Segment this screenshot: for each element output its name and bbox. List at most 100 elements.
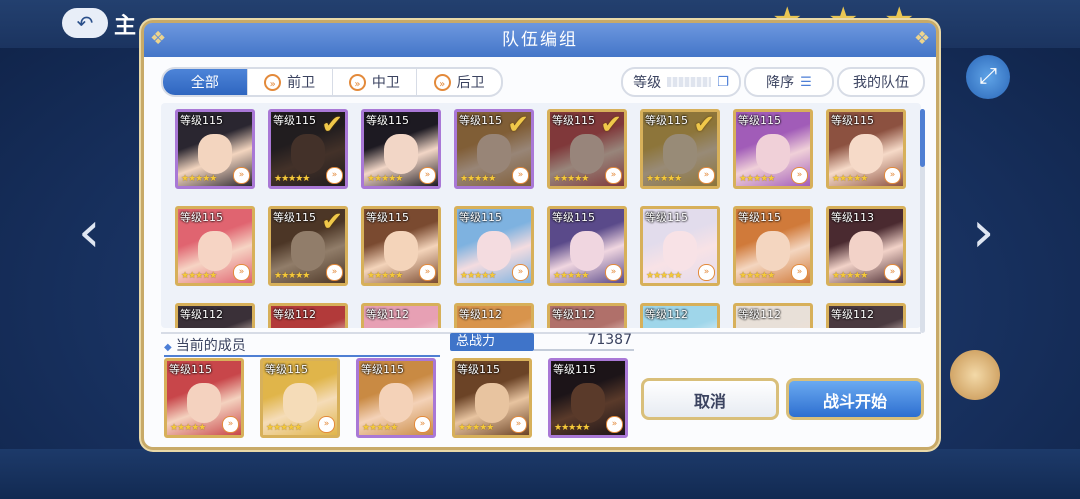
tab-rearguard[interactable]: » 后卫 [416,69,501,95]
character-level: 等级115 [645,211,688,224]
my-team-button[interactable]: 我的队伍 [837,67,925,97]
role-icon: » [419,167,436,184]
character-card[interactable]: 等级115 ★★★★★ » [361,109,441,189]
character-level: 等级112 [552,308,595,321]
character-card[interactable]: 等级115 ★★★★★ » [260,358,340,438]
character-level: 等级112 [459,308,502,321]
mascot-icon[interactable] [950,350,1000,400]
character-level: 等级113 [831,211,874,224]
tab-all[interactable]: 全部 [163,69,247,95]
character-roster-grid[interactable]: 等级115 ★★★★★ » ✔ 等级115 ★★★★★ » 等级115 ★★★★★ » ✔ 等级115… [161,103,921,328]
sort-by-level-label: 等级 [633,75,662,91]
position-filter-tabs: 全部 » 前卫 » 中卫 » 后卫 [161,67,503,97]
character-card[interactable]: 等级112 [640,303,720,328]
character-card[interactable]: 等级115 ★★★★★ » [548,358,628,438]
character-level: 等级115 [366,211,409,224]
star-rating: ★★★★★ [832,271,868,281]
star-rating: ★★★★★ [554,423,590,433]
star-rating: ★★★★★ [646,174,682,184]
cancel-button[interactable]: 取消 [641,378,779,420]
character-level: 等级115 [169,363,212,376]
character-card[interactable]: 等级112 [826,303,906,328]
check-icon: ✔ [600,110,622,140]
role-icon: » [318,416,335,433]
previous-arrow-icon[interactable]: ‹ [78,205,100,261]
roster-scroll-thumb[interactable] [920,109,925,167]
role-icon: » [605,264,622,281]
character-card[interactable]: ✔ 等级115 ★★★★★ » [640,109,720,189]
character-card[interactable]: 等级115 ★★★★★ » [454,206,534,286]
level-bar [667,77,712,87]
character-level: 等级115 [831,114,874,127]
character-card[interactable]: ✔ 等级115 ★★★★★ » [268,206,348,286]
character-face [477,231,511,271]
roster-scrollbar[interactable] [920,109,925,333]
character-card[interactable]: 等级115 ★★★★★ » [175,109,255,189]
expand-icon[interactable]: ⤢ [966,55,1010,99]
character-face [198,134,232,174]
character-card[interactable]: 等级113 ★★★★★ » [826,206,906,286]
character-card[interactable]: 等级112 [547,303,627,328]
character-card[interactable]: 等级115 ★★★★★ » [733,206,813,286]
character-level: 等级115 [552,114,595,127]
role-icon: » [884,264,901,281]
character-card[interactable]: 等级112 [361,303,441,328]
star-rating: ★★★★★ [553,174,589,184]
back-icon[interactable]: ↶ [62,8,108,38]
character-card[interactable]: 等级115 ★★★★★ » [733,109,813,189]
character-card[interactable]: 等级115 ★★★★★ » [164,358,244,438]
character-level: 等级115 [459,211,502,224]
my-team-label: 我的队伍 [853,75,909,91]
character-card[interactable]: 等级112 [175,303,255,328]
star-rating: ★★★★★ [832,174,868,184]
check-icon: ✔ [321,207,343,237]
tab-midguard[interactable]: » 中卫 [331,69,417,95]
member-dot-icon: ◆ [164,342,172,353]
character-face [571,383,605,423]
character-card[interactable]: 等级115 ★★★★★ » [547,206,627,286]
start-battle-button[interactable]: 战斗开始 [786,378,924,420]
character-card[interactable]: ✔ 等级115 ★★★★★ » [454,109,534,189]
role-icon: » [791,167,808,184]
next-arrow-icon[interactable]: › [972,205,994,261]
sort-by-level-button[interactable]: 等级 ❐ [621,67,741,97]
character-card[interactable]: 等级115 ★★★★★ » [356,358,436,438]
tab-label: 中卫 [371,75,400,91]
character-card[interactable]: 等级115 ★★★★★ » [452,358,532,438]
character-card[interactable]: 等级112 [268,303,348,328]
role-icon: » [433,73,451,91]
character-card[interactable]: 等级112 [454,303,534,328]
star-rating: ★★★★★ [460,174,496,184]
character-card[interactable]: 等级112 [733,303,813,328]
character-face [379,383,413,423]
tab-vanguard[interactable]: » 前卫 [246,69,332,95]
section-divider [161,332,921,334]
character-face [849,134,883,174]
character-card[interactable]: 等级115 ★★★★★ » [361,206,441,286]
character-level: 等级112 [180,308,223,321]
star-rating: ★★★★★ [367,271,403,281]
sort-lines-icon: ☰ [800,74,812,90]
character-level: 等级112 [366,308,409,321]
character-card[interactable]: ✔ 等级115 ★★★★★ » [268,109,348,189]
star-rating: ★★★★★ [646,271,682,281]
character-level: 等级115 [738,211,781,224]
dialog-title: 队伍编组 [502,30,578,50]
background-screen-title: 主 [114,14,137,39]
team-formation-dialog: ❖ 队伍编组 ❖ 全部 » 前卫 » 中卫 » 后卫 等级 ❐ 降序 ☰ 我的队伍 等… [141,20,939,450]
character-face [475,383,509,423]
tab-label: 全部 [190,75,219,91]
sort-order-button[interactable]: 降序 ☰ [744,67,834,97]
tab-label: 前卫 [287,75,316,91]
role-icon: » [512,167,529,184]
character-level: 等级115 [180,114,223,127]
character-face [570,231,604,271]
character-card[interactable]: ✔ 等级115 ★★★★★ » [547,109,627,189]
background-bottom-bar [0,449,1080,499]
check-icon: ✔ [507,110,529,140]
role-icon: » [510,416,527,433]
character-card[interactable]: 等级115 ★★★★★ » [175,206,255,286]
role-icon: » [791,264,808,281]
character-card[interactable]: 等级115 ★★★★★ » [640,206,720,286]
character-card[interactable]: 等级115 ★★★★★ » [826,109,906,189]
